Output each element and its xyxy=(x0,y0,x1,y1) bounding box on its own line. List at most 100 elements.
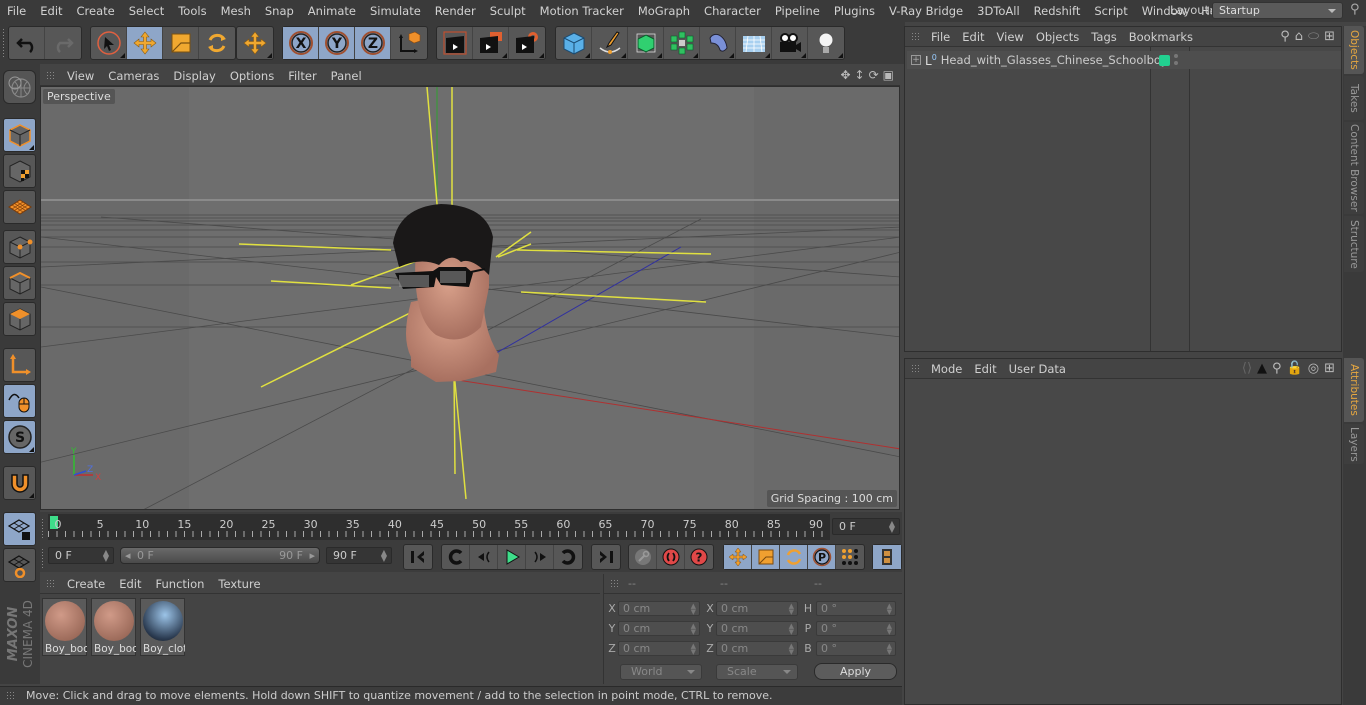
points-mode-button[interactable] xyxy=(3,230,36,264)
toolbar-grip[interactable] xyxy=(2,28,6,58)
tab-structure[interactable]: Structure xyxy=(1344,216,1364,272)
up-arrow-icon[interactable]: ▲ xyxy=(1257,361,1267,376)
autokey-button[interactable] xyxy=(657,545,685,569)
expand-icon[interactable]: + xyxy=(911,55,921,65)
menu-create[interactable]: Create xyxy=(70,0,122,22)
z-axis-lock-button[interactable]: Z xyxy=(355,27,391,59)
solo-mode-button[interactable]: S xyxy=(3,420,36,454)
parameter-key-button[interactable]: P xyxy=(808,545,836,569)
next-frame-button[interactable] xyxy=(526,545,554,569)
editor-visibility-dot[interactable] xyxy=(1174,54,1178,58)
deformer-button[interactable] xyxy=(700,27,736,59)
object-name[interactable]: Head_with_Glasses_Chinese_Schoolboy xyxy=(941,53,1168,67)
layer-color-swatch[interactable] xyxy=(1159,55,1170,66)
spinner-icon[interactable]: ▲ ▼ xyxy=(789,622,794,635)
menu-pipeline[interactable]: Pipeline xyxy=(768,0,827,22)
spinner-icon[interactable]: ▲ ▼ xyxy=(103,549,109,563)
go-to-end-button[interactable] xyxy=(592,545,620,569)
timeline-grip[interactable] xyxy=(41,518,45,538)
pla-key-button[interactable] xyxy=(836,545,864,569)
position-y-field[interactable]: 0 cm ▲ ▼ xyxy=(618,620,700,636)
panel-grip[interactable] xyxy=(6,691,16,701)
position-key-button[interactable] xyxy=(724,545,752,569)
viewport-menu-cameras[interactable]: Cameras xyxy=(101,69,166,83)
new-panel-icon[interactable]: ⊞ xyxy=(1324,29,1335,44)
scale-key-button[interactable] xyxy=(752,545,780,569)
render-to-picture-viewer-button[interactable] xyxy=(473,27,509,59)
texture-mode-button[interactable] xyxy=(3,154,36,188)
material-menu-function[interactable]: Function xyxy=(149,577,212,591)
object-menu-view[interactable]: View xyxy=(991,30,1030,44)
attribute-menu-edit[interactable]: Edit xyxy=(968,362,1002,376)
light-button[interactable] xyxy=(808,27,844,59)
ellipse-icon[interactable]: ⬭ xyxy=(1308,29,1319,44)
search-icon[interactable]: ⚲ xyxy=(1272,361,1282,376)
target-icon[interactable]: ◎ xyxy=(1308,361,1319,376)
timeline-ruler[interactable]: 0 5 10 15 20 25 30 35 40 45 50 55 60 65 70 75 80 85 90 xyxy=(48,514,830,540)
transport-grip[interactable] xyxy=(41,548,45,568)
workplane-mode-button[interactable] xyxy=(3,190,36,224)
material-swatch[interactable]: Boy_clot xyxy=(140,598,185,656)
edges-mode-button[interactable] xyxy=(3,266,36,300)
panel-grip[interactable] xyxy=(610,579,620,589)
viewport-menu-display[interactable]: Display xyxy=(166,69,222,83)
move-tool-button[interactable] xyxy=(127,27,163,59)
rotation-b-field[interactable]: 0 ° ▲ ▼ xyxy=(816,640,896,656)
panel-grip[interactable] xyxy=(46,578,56,589)
pan-view-icon[interactable]: ✥ xyxy=(840,68,850,82)
material-menu-edit[interactable]: Edit xyxy=(112,577,148,591)
menu-tools[interactable]: Tools xyxy=(171,0,213,22)
menu-mesh[interactable]: Mesh xyxy=(214,0,258,22)
home-icon[interactable]: ⌂ xyxy=(1295,29,1303,44)
live-selection-button[interactable] xyxy=(91,27,127,59)
end-frame-field[interactable]: 90 F ▲ ▼ xyxy=(326,547,392,564)
material-menu-texture[interactable]: Texture xyxy=(211,577,267,591)
subdivision-surface-button[interactable] xyxy=(628,27,664,59)
menu-mograph[interactable]: MoGraph xyxy=(631,0,697,22)
search-icon[interactable]: ⚲ xyxy=(1350,2,1360,17)
object-menu-tags[interactable]: Tags xyxy=(1085,30,1122,44)
workplane-rotate-button[interactable] xyxy=(3,548,36,582)
record-keys-button[interactable] xyxy=(629,545,657,569)
polygons-mode-button[interactable] xyxy=(3,302,36,336)
keyframe-selection-button[interactable]: ? xyxy=(685,545,713,569)
size-y-field[interactable]: 0 cm ▲ ▼ xyxy=(716,620,798,636)
menu-animate[interactable]: Animate xyxy=(301,0,363,22)
menu-file[interactable]: File xyxy=(0,0,33,22)
spinner-icon[interactable]: ▲ ▼ xyxy=(381,549,387,563)
menu-plugins[interactable]: Plugins xyxy=(827,0,882,22)
size-mode-dropdown[interactable]: Scale xyxy=(716,664,798,680)
orbit-view-icon[interactable]: ⟳ xyxy=(869,68,879,82)
tab-takes[interactable]: Takes xyxy=(1344,76,1364,120)
panel-grip[interactable] xyxy=(911,31,921,42)
position-z-field[interactable]: 0 cm ▲ ▼ xyxy=(618,640,700,656)
model-mode-button[interactable] xyxy=(3,118,36,152)
workplane-lock-button[interactable] xyxy=(3,512,36,546)
rotation-key-button[interactable] xyxy=(780,545,808,569)
previous-frame-button[interactable] xyxy=(470,545,498,569)
menu-script[interactable]: Script xyxy=(1087,0,1134,22)
layout-dropdown[interactable]: Startup xyxy=(1212,2,1343,19)
menu-redshift[interactable]: Redshift xyxy=(1027,0,1088,22)
scale-tool-button[interactable] xyxy=(163,27,199,59)
coordinate-system-button[interactable] xyxy=(391,27,427,59)
size-z-field[interactable]: 0 cm ▲ ▼ xyxy=(716,640,798,656)
menu-select[interactable]: Select xyxy=(122,0,171,22)
menu-motion-tracker[interactable]: Motion Tracker xyxy=(533,0,631,22)
object-row[interactable]: + L0 Head_with_Glasses_Chinese_Schoolboy xyxy=(907,51,1341,69)
rotation-h-field[interactable]: 0 ° ▲ ▼ xyxy=(816,600,896,616)
attribute-menu-user-data[interactable]: User Data xyxy=(1003,362,1072,376)
size-x-field[interactable]: 0 cm ▲ ▼ xyxy=(716,600,798,616)
axis-mode-button[interactable] xyxy=(3,348,36,382)
spinner-icon[interactable]: ▲ ▼ xyxy=(691,602,696,615)
search-icon[interactable]: ⚲ xyxy=(1280,29,1290,44)
cube-button[interactable] xyxy=(556,27,592,59)
spinner-icon[interactable]: ▲ ▼ xyxy=(789,602,794,615)
object-menu-edit[interactable]: Edit xyxy=(956,30,990,44)
render-settings-button[interactable] xyxy=(509,27,545,59)
viewport-3d[interactable]: Y Z X Perspective Grid Spacing : 100 cm xyxy=(40,86,900,510)
viewport-menu-panel[interactable]: Panel xyxy=(324,69,369,83)
frame-range-slider[interactable]: ◂ 0 F 90 F ▸ xyxy=(120,547,320,564)
rotate-tool-button[interactable] xyxy=(199,27,235,59)
material-swatch[interactable]: Boy_boc xyxy=(91,598,136,656)
